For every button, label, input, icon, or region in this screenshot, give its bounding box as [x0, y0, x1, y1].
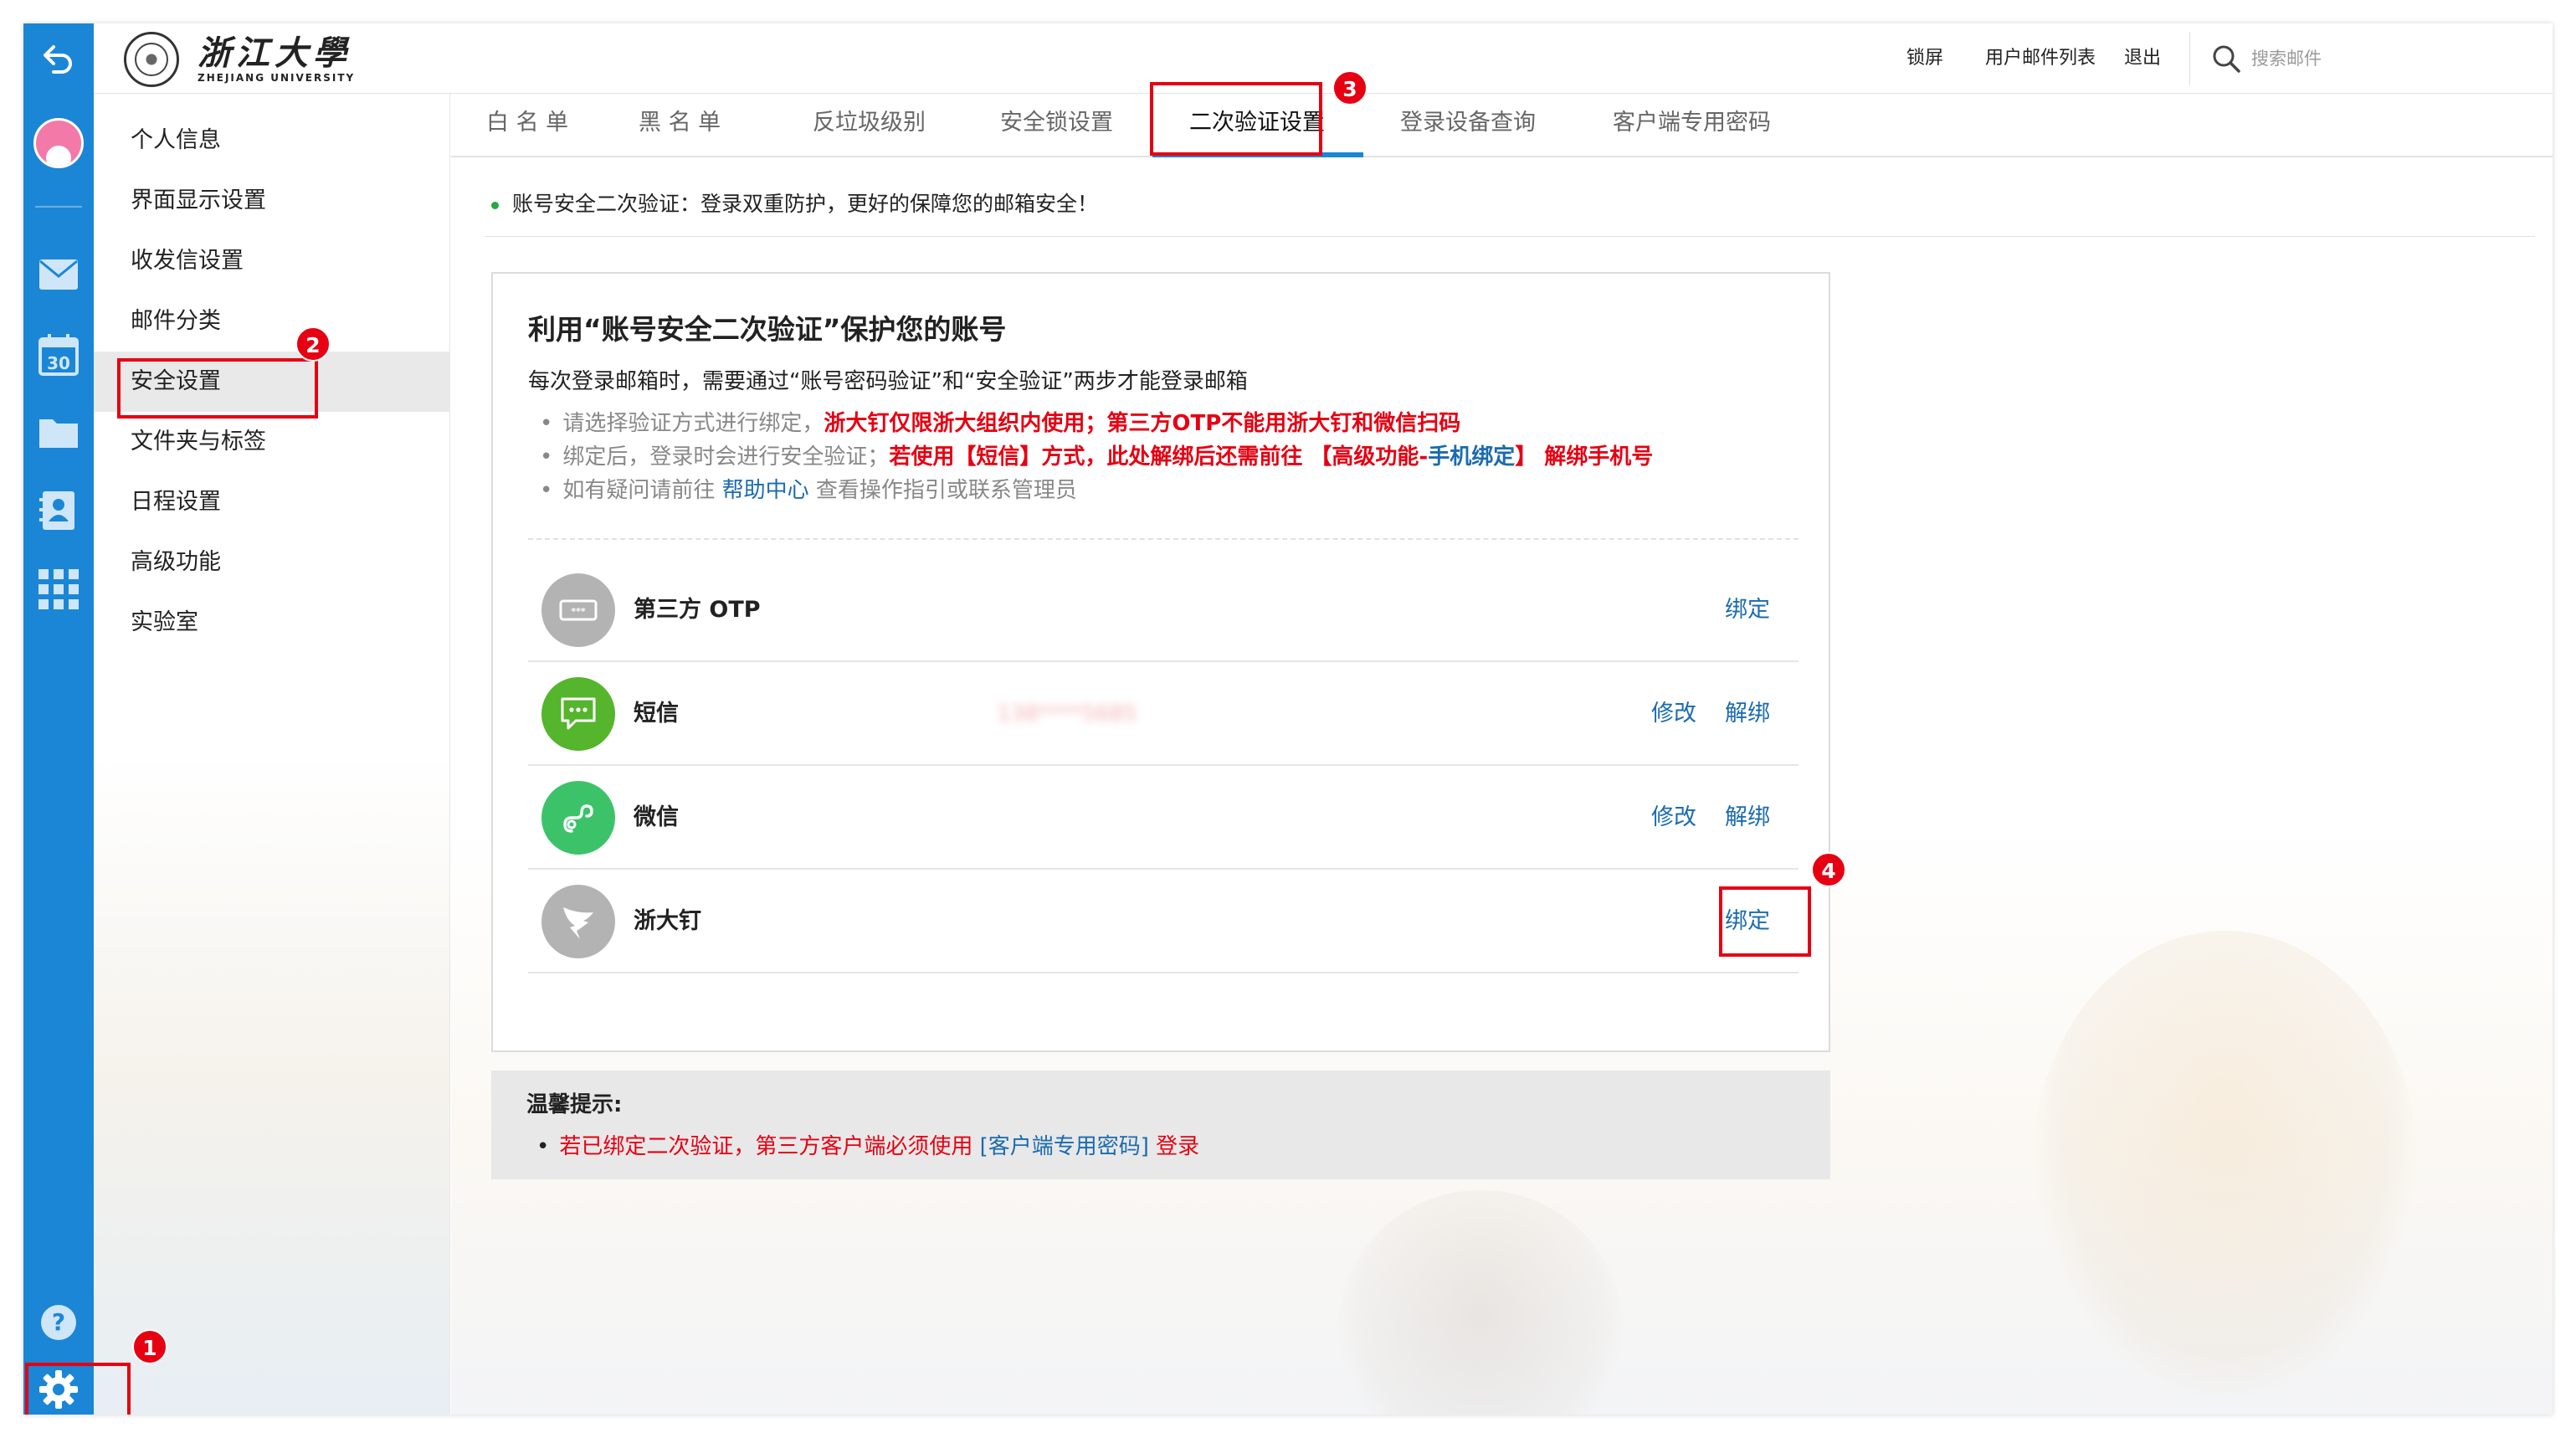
phone-binding-link[interactable]: 手机绑定 — [1428, 444, 1515, 470]
hint-bullet-3: • 如有疑问请前往 帮助中心 查看操作指引或联系管理员 — [540, 478, 1077, 503]
notice-text: 账号安全二次验证：登录双重防护，更好的保障您的邮箱安全！ — [512, 192, 1099, 216]
tab-client-password[interactable]: 客户端专用密码 — [1613, 94, 1771, 157]
zju-seal-icon — [124, 32, 179, 87]
apps-grid-icon[interactable] — [23, 564, 94, 614]
annotation-box-4 — [1719, 886, 1811, 957]
card-title: 利用“账号安全二次验证”保护您的账号 — [528, 313, 1007, 346]
method-name: 第三方 OTP — [634, 597, 761, 623]
mail-icon[interactable] — [23, 251, 94, 298]
background-balloon — [2033, 931, 2418, 1399]
tab-security-lock[interactable]: 安全锁设置 — [1000, 94, 1113, 157]
method-row-otp: *** 第三方 OTP 绑定 — [528, 558, 1799, 662]
contacts-icon[interactable] — [23, 485, 94, 536]
folder-icon[interactable] — [23, 408, 94, 455]
svg-text:***: *** — [571, 606, 586, 617]
edit-wechat-button[interactable]: 修改 — [1651, 766, 1696, 870]
avatar[interactable] — [23, 116, 94, 171]
sidebar-item-lab[interactable]: 实验室 — [94, 593, 450, 653]
logo-en-text: ZHEJIANG UNIVERSITY — [198, 72, 356, 84]
dashed-divider — [528, 538, 1799, 540]
bind-otp-button[interactable]: 绑定 — [1725, 558, 1770, 662]
search-icon[interactable] — [2211, 44, 2241, 77]
edit-sms-button[interactable]: 修改 — [1651, 662, 1696, 766]
background-balloon — [1338, 1190, 1623, 1415]
annotation-step-2: 2 — [295, 326, 331, 362]
sidebar-item-folders-tags[interactable]: 文件夹与标签 — [94, 412, 450, 472]
sidebar-item-send-receive[interactable]: 收发信设置 — [94, 231, 450, 291]
tips-item: • 若已绑定二次验证，第三方客户端必须使用 [客户端专用密码] 登录 — [536, 1134, 1200, 1159]
sidebar-item-calendar[interactable]: 日程设置 — [94, 472, 450, 532]
sms-icon — [541, 677, 615, 751]
warm-tips-box: 温馨提示: • 若已绑定二次验证，第三方客户端必须使用 [客户端专用密码] 登录 — [491, 1071, 1830, 1179]
annotation-step-1: 1 — [132, 1329, 167, 1364]
zju-logo[interactable]: 浙江大學 ZHEJIANG UNIVERSITY — [124, 32, 355, 87]
method-name: 短信 — [634, 701, 679, 727]
method-row-sms: 短信 138****5685 修改 解绑 — [528, 662, 1799, 766]
unbind-wechat-button[interactable]: 解绑 — [1725, 766, 1770, 870]
method-row-wechat: 微信 修改 解绑 — [528, 766, 1799, 870]
sidebar-item-profile[interactable]: 个人信息 — [94, 110, 450, 171]
back-icon[interactable] — [23, 35, 94, 82]
hint-bullet-1: • 请选择验证方式进行绑定，浙大钉仅限浙大组织内使用；第三方OTP不能用浙大钉和微… — [540, 411, 1461, 436]
annotation-box-1 — [25, 1363, 131, 1415]
wechat-icon — [541, 781, 615, 855]
tab-login-devices[interactable]: 登录设备查询 — [1400, 94, 1536, 157]
security-tabs: 白 名 单 黑 名 单 反垃圾级别 安全锁设置 二次验证设置 登录设备查询 客户… — [451, 94, 2553, 157]
card-description: 每次登录邮箱时，需要通过“账号密码验证”和“安全验证”两步才能登录邮箱 — [528, 369, 1248, 394]
main-content: 白 名 单 黑 名 单 反垃圾级别 安全锁设置 二次验证设置 登录设备查询 客户… — [451, 94, 2553, 1415]
tips-title: 温馨提示: — [526, 1092, 623, 1117]
method-name: 浙大钉 — [634, 908, 701, 934]
green-dot-icon — [491, 201, 499, 209]
logout-link[interactable]: 退出 — [2124, 23, 2161, 94]
divider — [485, 236, 2535, 237]
calendar-icon[interactable]: 30 — [23, 330, 94, 380]
sidebar-item-mail-category[interactable]: 邮件分类 — [94, 291, 450, 352]
help-center-link[interactable]: 帮助中心 — [722, 478, 809, 503]
method-name: 微信 — [634, 804, 679, 830]
app-window: 30 ? 浙江大學 ZHEJIANG UNIVERSITY 锁屏 用户邮件列表 … — [23, 23, 2553, 1415]
help-icon[interactable]: ? — [23, 1299, 94, 1346]
masked-phone-number: 138****5685 — [997, 701, 1137, 727]
notice-line: 账号安全二次验证：登录双重防护，更好的保障您的邮箱安全！ — [491, 187, 1098, 218]
logo-cn-text: 浙江大學 — [198, 33, 352, 73]
mail-list-link[interactable]: 用户邮件列表 — [1985, 23, 2096, 94]
two-factor-card: 利用“账号安全二次验证”保护您的账号 每次登录邮箱时，需要通过“账号密码验证”和… — [491, 272, 1830, 1052]
method-row-dingtalk: 浙大钉 绑定 — [528, 870, 1799, 973]
lock-screen-link[interactable]: 锁屏 — [1906, 23, 1943, 94]
annotation-step-4: 4 — [1811, 852, 1846, 887]
hint-bullet-2: • 绑定后，登录时会进行安全验证；若使用【短信】方式，此处解绑后还需前往 【高级功… — [540, 444, 1654, 470]
header-divider — [2189, 32, 2190, 85]
tab-whitelist[interactable]: 白 名 单 — [486, 94, 568, 157]
svg-text:?: ? — [52, 1308, 65, 1336]
sidebar-item-advanced[interactable]: 高级功能 — [94, 532, 450, 593]
client-password-link[interactable]: [客户端专用密码] — [980, 1134, 1149, 1159]
unbind-sms-button[interactable]: 解绑 — [1725, 662, 1770, 766]
tab-blacklist[interactable]: 黑 名 单 — [639, 94, 721, 157]
dingtalk-icon — [541, 885, 615, 958]
annotation-box-2 — [117, 358, 318, 419]
otp-icon: *** — [541, 573, 615, 647]
search-input[interactable]: 搜索邮件 — [2251, 23, 2322, 94]
annotation-step-3: 3 — [1332, 70, 1368, 105]
top-header: 浙江大學 ZHEJIANG UNIVERSITY 锁屏 用户邮件列表 退出 搜索… — [94, 23, 2553, 94]
sidebar-item-display[interactable]: 界面显示设置 — [94, 171, 450, 231]
tab-antispam[interactable]: 反垃圾级别 — [813, 94, 926, 157]
svg-text:30: 30 — [47, 353, 70, 373]
icon-bar: 30 ? — [23, 23, 94, 1415]
settings-sidebar: 个人信息 界面显示设置 收发信设置 邮件分类 安全设置 文件夹与标签 日程设置 … — [94, 94, 450, 1415]
annotation-box-3 — [1150, 82, 1322, 156]
